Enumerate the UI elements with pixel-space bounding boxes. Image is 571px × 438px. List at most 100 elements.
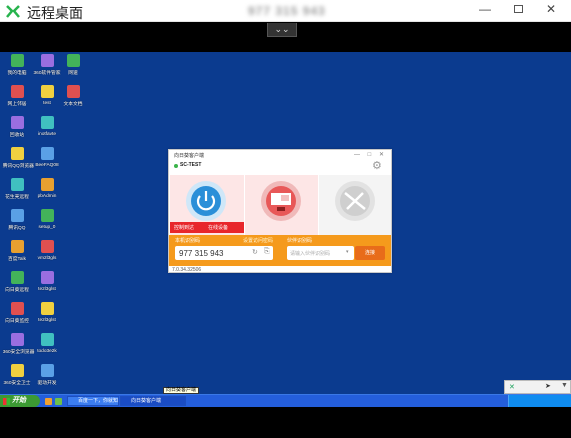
desktop-icon[interactable]: todo3e2k bbox=[32, 333, 62, 354]
remote-id-text: 977 315 943 bbox=[248, 4, 326, 18]
floating-control-panel[interactable]: ✕ ➤ ▼ bbox=[504, 380, 571, 394]
program-icon bbox=[10, 178, 24, 191]
desktop-icon[interactable]: 驱动开发 bbox=[32, 364, 62, 386]
program-icon bbox=[40, 85, 54, 98]
desktop-icon[interactable]: 网上邻居 bbox=[2, 85, 32, 107]
cursor-icon[interactable]: ➤ bbox=[545, 382, 551, 390]
desktop-icon-label: 网速 bbox=[68, 70, 78, 76]
local-id-label: 本机识别码 bbox=[175, 238, 201, 244]
partner-id-label: 伙伴识别码 bbox=[287, 238, 313, 244]
collapse-icon[interactable]: ▼ bbox=[561, 382, 568, 389]
local-id-box: 977 315 943 ↻ ⎘ bbox=[175, 246, 273, 260]
taskbar-item-client[interactable]: 向日葵客户端 bbox=[120, 396, 186, 406]
program-icon bbox=[40, 209, 54, 222]
program-icon bbox=[40, 302, 54, 315]
copy-icon[interactable]: ⎘ bbox=[264, 248, 270, 256]
connect-button[interactable]: 连接 bbox=[355, 246, 385, 260]
gear-icon[interactable]: ⚙ bbox=[372, 159, 382, 172]
desktop-icon[interactable]: 360安全浏览器 bbox=[2, 333, 34, 355]
minimize-button[interactable]: — bbox=[470, 2, 500, 18]
desktop-icon[interactable]: 向日葵远程 bbox=[2, 271, 32, 293]
power-circle bbox=[186, 181, 226, 221]
desktop-icon-label: inotfavte bbox=[38, 131, 56, 137]
control-alert-bar: 控制到达 在线设备 bbox=[170, 222, 244, 233]
device-name: SC-TEST bbox=[180, 162, 202, 168]
program-icon bbox=[10, 364, 24, 377]
partner-id-input[interactable]: 请输入伙伴识别码 ▾ bbox=[287, 246, 354, 260]
program-icon bbox=[10, 209, 24, 222]
program-icon bbox=[10, 85, 24, 98]
desktop-icon[interactable]: inotfavte bbox=[32, 116, 62, 137]
quicklaunch-ie-icon[interactable] bbox=[45, 398, 52, 405]
desktop-icon-label: 腾讯QQ bbox=[8, 225, 26, 231]
program-icon bbox=[10, 147, 24, 160]
remote-desktop-logo-icon bbox=[6, 5, 20, 18]
desktop-icon[interactable]: vm2l3gls bbox=[32, 240, 62, 261]
desktop-icon-label: 360安全卫士 bbox=[3, 380, 31, 386]
program-icon bbox=[40, 116, 54, 129]
remote-camera-card[interactable] bbox=[319, 175, 391, 236]
desktop-icon[interactable]: 回收站 bbox=[2, 116, 32, 138]
desktop-icon[interactable]: 腾讯QQ bbox=[2, 209, 32, 231]
desktop-icon-label: 回收站 bbox=[9, 132, 25, 138]
client-window: 向日葵客户端 — □ ✕ SC-TEST ⚙ 控制到达 在线设备 本机识别码 设… bbox=[168, 149, 392, 273]
maximize-button[interactable] bbox=[503, 2, 533, 18]
taskbar-item-browser[interactable]: 百度一下，你就知 bbox=[67, 396, 119, 406]
desktop-icon-label: 花生壳远程 bbox=[5, 194, 29, 200]
desktop-icon[interactable]: te2l3glst bbox=[32, 271, 62, 292]
desktop-icon[interactable]: 网速 bbox=[58, 54, 88, 76]
program-icon bbox=[40, 54, 54, 67]
desktop-icon-label: 向日葵监控 bbox=[5, 318, 29, 324]
desktop-icon[interactable]: 文本文档 bbox=[58, 85, 88, 107]
desktop-circle bbox=[261, 181, 301, 221]
dropdown-arrow-icon[interactable]: ▾ bbox=[346, 249, 349, 255]
program-icon bbox=[40, 364, 54, 377]
desktop-icon-label: vm2l3gls bbox=[37, 255, 57, 261]
program-icon bbox=[10, 240, 24, 253]
desktop-icon-label: setup_0 bbox=[38, 224, 56, 230]
remote-toolbar-strip: ⌄⌄ bbox=[0, 22, 571, 52]
program-icon bbox=[66, 54, 80, 67]
window-titlebar: 远程桌面 977 315 943 — ✕ bbox=[0, 0, 571, 22]
client-window-buttons[interactable]: — □ ✕ bbox=[354, 151, 387, 158]
start-label: 开始 bbox=[12, 397, 26, 404]
refresh-icon[interactable]: ↻ bbox=[252, 248, 258, 256]
desktop-icon-label: 驱动开发 bbox=[37, 380, 57, 386]
desktop-icon[interactable]: setup_0 bbox=[32, 209, 62, 230]
desktop-view-icon bbox=[266, 186, 296, 216]
desktop-icon-label: pbAdmin bbox=[37, 193, 57, 199]
desktop-icon[interactable]: te2l3glst bbox=[32, 302, 62, 323]
window-title: 远程桌面 bbox=[27, 5, 83, 21]
program-icon bbox=[10, 302, 24, 315]
local-id-value: 977 315 943 bbox=[179, 249, 224, 258]
desktop-icon[interactable]: pbAdmin bbox=[32, 178, 62, 199]
desktop-icon[interactable]: 百度Talk bbox=[2, 240, 32, 262]
windows-flag-icon bbox=[3, 398, 10, 405]
desktop-icon[interactable]: 花生壳远程 bbox=[2, 178, 32, 200]
desktop-icon[interactable]: 我的电脑 bbox=[2, 54, 32, 76]
desktop-icon-label: BeeFAQ08 bbox=[35, 162, 59, 168]
client-titlebar: 向日葵客户端 — □ ✕ bbox=[169, 150, 391, 161]
x-logo-icon[interactable]: ✕ bbox=[509, 383, 515, 391]
desktop-icon-label: 腾讯QQ浏览器 bbox=[2, 163, 34, 169]
alert-left-text: 控制到达 bbox=[174, 225, 195, 231]
desktop-icon-label: todo3e2k bbox=[37, 348, 57, 354]
desktop-icon-label: te2l3glst bbox=[38, 317, 56, 323]
desktop-view-card[interactable] bbox=[245, 175, 318, 236]
camera-icon bbox=[340, 186, 370, 216]
desktop-icon[interactable]: BeeFAQ08 bbox=[32, 147, 62, 168]
program-icon bbox=[10, 333, 24, 346]
start-button[interactable]: 开始 bbox=[0, 395, 40, 407]
desktop-icon[interactable]: 向日葵监控 bbox=[2, 302, 32, 324]
set-password-link[interactable]: 设置访问密码 bbox=[243, 237, 273, 244]
toolbar-expand-button[interactable]: ⌄⌄ bbox=[267, 23, 297, 37]
system-tray[interactable] bbox=[508, 395, 571, 407]
desktop-icon-label: 文本文档 bbox=[63, 101, 83, 107]
minimize-icon: — bbox=[479, 2, 491, 16]
desktop-icon[interactable]: 360安全卫士 bbox=[2, 364, 32, 386]
desktop-icon-label: 我的电脑 bbox=[7, 70, 27, 76]
close-button[interactable]: ✕ bbox=[536, 2, 566, 18]
quicklaunch-desktop-icon[interactable] bbox=[55, 398, 62, 405]
desktop-icon[interactable]: 腾讯QQ浏览器 bbox=[2, 147, 34, 169]
program-icon bbox=[40, 240, 54, 253]
